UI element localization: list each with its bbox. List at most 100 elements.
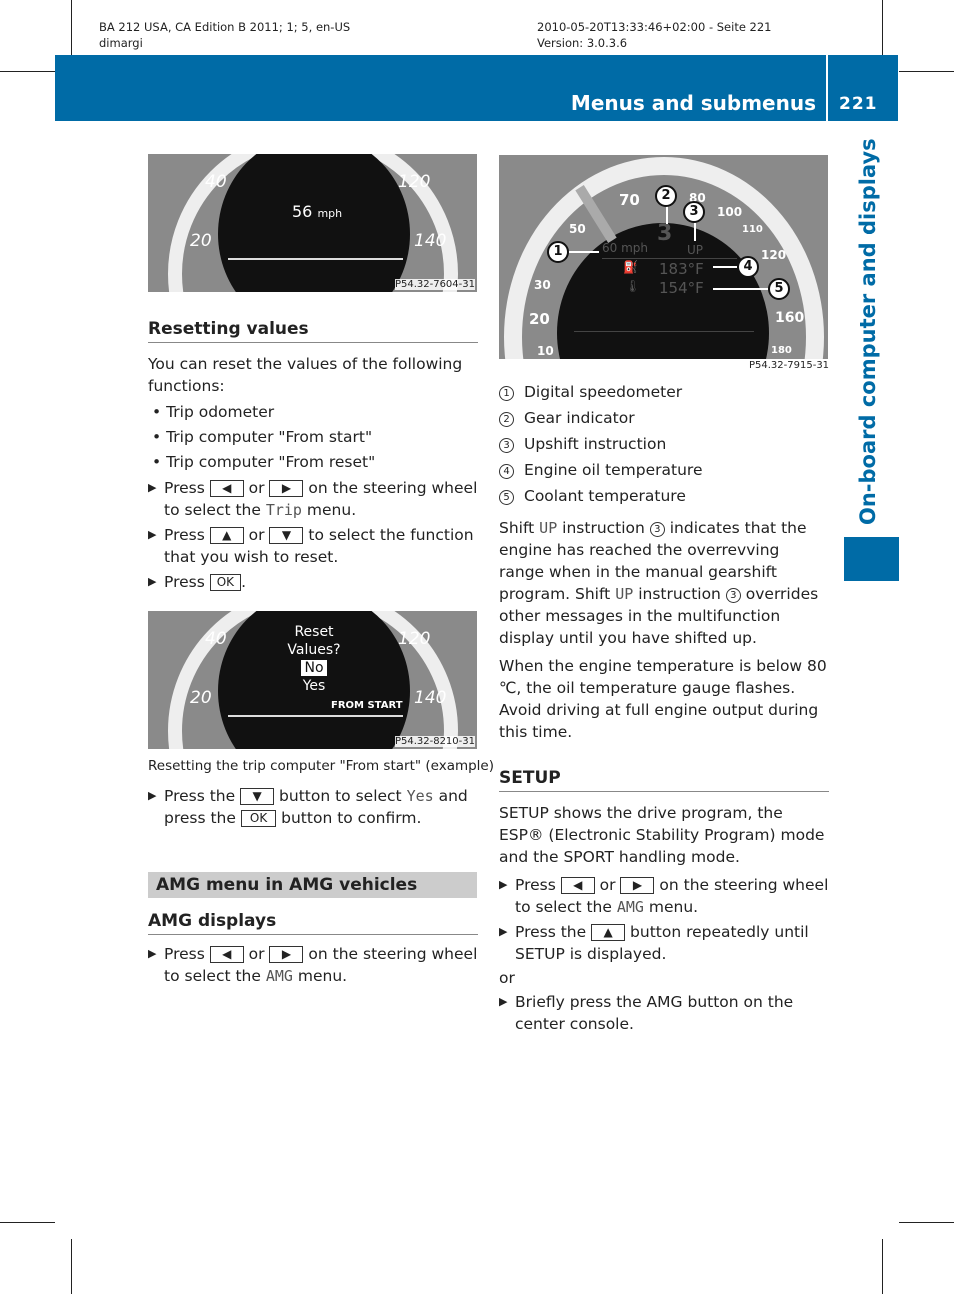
header-bar: Menus and submenus 221 (55, 55, 898, 121)
scale-label: 70 (619, 191, 640, 209)
legend-item: 3 Upshift instruction (499, 433, 829, 459)
paragraph: Shift UP instruction 3 indicates that th… (499, 517, 829, 649)
amg-display-figure: 70 80 100 110 120 50 30 20 10 160 180 60… (499, 155, 828, 359)
menu-text: Reset (294, 624, 334, 640)
heading-amg-displays: AMG displays (148, 910, 478, 935)
speedometer-figure: 40 20 120 140 56 mph P54.32-7604-31 (148, 154, 477, 292)
callout-line (694, 223, 696, 241)
oil-temperature: 183°F (659, 260, 704, 278)
menu-name: AMG (265, 967, 293, 985)
text-run: Shift (499, 519, 535, 537)
meta-line: 2010-05-20T13:33:46+02:00 - Seite 221 (537, 20, 772, 34)
legend-item: 2 Gear indicator (499, 407, 829, 433)
figure-code: P54.32-7604-31 (394, 279, 475, 290)
text-run: Gear indicator (524, 409, 635, 427)
up-key: ▲ (209, 527, 244, 544)
text-run: . (241, 573, 246, 591)
section-title: Menus and submenus (570, 91, 816, 115)
text-run: 4 (499, 464, 514, 479)
coolant-temp-icon: 🌡 (625, 279, 641, 293)
print-meta-right: 2010-05-20T13:33:46+02:00 - Seite 221 Ver… (537, 19, 772, 51)
trip-label: FROM START (331, 700, 403, 711)
heading-resetting-values: Resetting values (148, 318, 478, 343)
scale-label: 40 (205, 172, 227, 192)
instruction-step: Press the ▲ button repeatedly until SETU… (499, 921, 829, 965)
scale-label: 120 (761, 248, 787, 262)
scale-label: 20 (190, 231, 212, 251)
text-run: or (248, 945, 265, 963)
digital-speedometer: 60 mph (602, 241, 648, 255)
coolant-temperature: 154°F (659, 279, 704, 297)
crop-mark (882, 0, 883, 55)
legend-item: 5 Coolant temperature (499, 485, 829, 511)
text-run: Digital speedometer (524, 383, 683, 401)
scale-label: 140 (414, 688, 447, 708)
crop-mark (882, 1239, 883, 1294)
text-run: Press the (164, 787, 236, 805)
meta-line: Version: 3.0.3.6 (537, 36, 628, 50)
option-yes: Yes (302, 678, 326, 694)
gear-indicator: 3 (657, 221, 673, 246)
bullet-item: • Trip computer "From reset" (152, 453, 376, 471)
text-run: 3 (725, 588, 741, 603)
upshift-instruction: UP (687, 243, 704, 257)
down-key: ▼ (240, 788, 275, 805)
scale-label: 120 (398, 172, 431, 192)
figure-legend: 1 Digital speedometer 2 Gear indicator 3 Up… (499, 381, 829, 511)
display-line (228, 258, 403, 260)
text-run: UP (539, 519, 558, 537)
display-line (574, 331, 754, 332)
scale-label: 140 (414, 231, 447, 251)
left-key: ◀ (560, 877, 595, 894)
callout-line (666, 206, 668, 224)
display (218, 154, 410, 292)
callout-2: 2 (655, 185, 677, 207)
text-run: 3 (499, 438, 514, 453)
scale-label: 120 (398, 629, 431, 649)
scale-label: 100 (717, 205, 743, 219)
left-column-lower: Press the ▼ button to select Yes and pre… (148, 783, 478, 829)
speed-value: 56 (292, 202, 313, 221)
display-line (228, 715, 403, 717)
left-key: ◀ (209, 480, 244, 497)
instruction-step: Briefly press the AMG button on the cent… (499, 991, 829, 1035)
callout-4: 4 (737, 256, 759, 278)
instruction-step: Press OK. (148, 571, 478, 593)
callout-3: 3 (683, 201, 705, 223)
text-run: instruction (638, 585, 721, 603)
bullet-item: • Trip computer "From start" (152, 428, 373, 446)
text-run: button to confirm. (281, 809, 422, 827)
menu-name: AMG (616, 898, 644, 916)
text-run: 5 (499, 490, 514, 505)
bullet-item: • Trip odometer (152, 403, 275, 421)
or-text: or (499, 969, 515, 987)
speed-unit: mph (317, 207, 343, 220)
text-run: menu. (648, 898, 699, 916)
text-run: instruction (562, 519, 645, 537)
callout-line (713, 288, 769, 290)
scale-label: 30 (534, 278, 551, 292)
oil-temp-icon: ⛽ (623, 260, 638, 274)
amg-section: AMG displays Press ◀ or ▶ on the steerin… (148, 910, 478, 987)
text-run: or (248, 479, 265, 497)
ok-key: OK (240, 810, 277, 827)
text-run: UP (615, 585, 634, 603)
legend-item: 1 Digital speedometer (499, 381, 829, 407)
chapter-tab (844, 537, 899, 581)
scale-label: 40 (205, 629, 227, 649)
callout-line (713, 266, 737, 268)
text-run: 1 (499, 386, 514, 401)
instruction-step: Press ◀ or ▶ on the steering wheel to se… (148, 477, 478, 521)
text-run: Press (164, 573, 205, 591)
right-key: ▶ (269, 946, 304, 963)
text-run: Press (164, 945, 205, 963)
instruction-step: Press ▲ or ▼ to select the function that… (148, 524, 478, 568)
right-column: 1 Digital speedometer 2 Gear indicator 3 Up… (499, 381, 829, 1035)
figure-caption: Resetting the trip computer "From start"… (148, 758, 495, 774)
scale-label: 160 (775, 310, 805, 326)
digital-speed: 56 mph (292, 202, 342, 221)
divider (826, 55, 828, 121)
display-line (602, 258, 737, 259)
right-key: ▶ (269, 480, 304, 497)
scale-label: 20 (529, 310, 550, 328)
